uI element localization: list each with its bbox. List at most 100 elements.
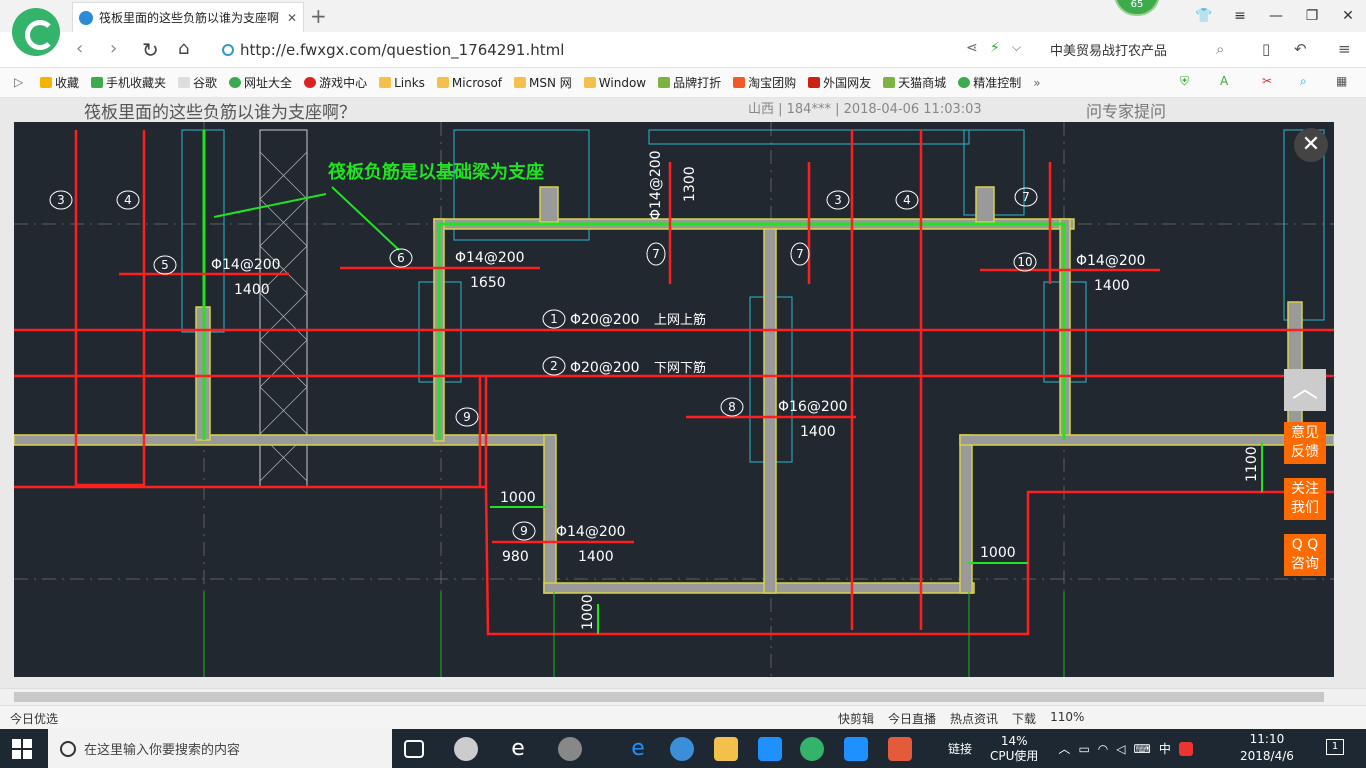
folder-icon [436,77,449,88]
search-tool-icon[interactable]: ⌕ [1300,74,1307,89]
bookmark-folder[interactable]: Window [583,76,646,90]
browser-tab[interactable]: 筏板里面的这些负筋以谁为支座啊 ✕ [72,2,304,32]
file-explorer-icon[interactable] [714,737,738,761]
sogou-icon[interactable] [1178,741,1193,756]
url-field[interactable]: http://e.fwxgx.com/question_1764291.html [222,36,1042,64]
back-to-top-button[interactable]: ︿ [1284,369,1326,411]
battery-icon[interactable]: ▭ [1078,742,1089,756]
minimize-button[interactable]: — [1258,0,1294,32]
scrollbar-thumb[interactable] [14,692,1324,702]
sidebar-toggle-icon[interactable]: ▷ [14,75,23,89]
today-picks-link[interactable]: 今日优选 [10,710,58,727]
menu-icon[interactable]: ≡ [1222,0,1258,32]
bubble-label: 9 [520,524,528,538]
score-badge[interactable]: 65 [1114,0,1160,16]
browser-g-icon[interactable] [758,737,782,761]
back-icon[interactable]: ‹ [76,38,83,59]
flag-icon [808,77,821,88]
close-window-button[interactable]: ✕ [1330,0,1366,32]
bookmark-folder[interactable]: Microsof [436,76,502,90]
bookmark-item[interactable]: 谷歌 [178,74,217,91]
chevron-up-icon[interactable]: ︿ [1058,740,1070,757]
bookmark-item[interactable]: 天猫商城 [883,74,946,91]
keyboard-icon[interactable]: ⌨ [1134,742,1151,756]
shield-icon[interactable]: ⛨ [1180,74,1189,89]
refresh-icon[interactable]: ↻ [142,38,159,62]
quick-edit-link[interactable]: 快剪辑 [838,710,874,727]
rebar-spec: Φ20@200 [570,312,640,328]
bookmark-item[interactable]: 网址大全 [229,74,292,91]
ime-indicator[interactable]: 中 [1159,740,1171,757]
apps-grid-icon[interactable]: ▦ [1336,74,1347,88]
pdf-app-icon[interactable] [888,737,912,761]
more-menu-icon[interactable]: ≡ [1338,40,1351,58]
maximize-button[interactable]: ❐ [1294,0,1330,32]
bookmark-item[interactable]: 收藏 [40,74,79,91]
feedback-button[interactable]: 意见 反馈 [1284,422,1326,464]
scissors-icon[interactable]: ✂ [1262,74,1272,88]
leaf-icon [883,77,896,88]
browser-logo-icon[interactable] [12,8,60,56]
new-tab-button[interactable]: + [310,4,327,28]
edge-blue-icon[interactable]: e [626,737,650,761]
phone-icon[interactable]: ▯ [1262,40,1270,58]
close-viewer-button[interactable]: ✕ [1294,128,1328,162]
rebar-spec: Φ14@200 [455,250,525,266]
rebar-spec: Φ14@200 [648,150,664,220]
tab-title: 筏板里面的这些负筋以谁为支座啊 [99,11,280,25]
hatched-column [259,129,308,488]
bubble-label: 4 [124,193,132,207]
follow-us-button[interactable]: 关注 我们 [1284,478,1326,520]
close-tab-icon[interactable]: ✕ [287,11,297,25]
title-bar: 筏板里面的这些负筋以谁为支座啊 ✕ + 65 👕 ≡ — ❐ ✕ [0,0,1366,32]
qq-consult-button[interactable]: Q Q 咨询 [1284,534,1326,576]
edge-icon[interactable]: e [506,737,530,761]
fan-app-icon[interactable] [454,737,478,761]
bookmark-folder[interactable]: Links [379,76,425,90]
bookmark-item[interactable]: 淘宝团购 [733,74,796,91]
download-link[interactable]: 下载 [1012,710,1036,727]
bookmark-item[interactable]: 精准控制 [958,74,1021,91]
notification-icon[interactable]: 1 [1326,739,1344,755]
cortana-icon [60,740,76,757]
news-link[interactable]: 热点资讯 [950,710,998,727]
bookmark-folder[interactable]: MSN 网 [514,74,572,91]
clock-time: 11:10 [1249,732,1285,746]
clock[interactable]: 11:10 2018/4/6 [1240,731,1294,765]
bookmark-item[interactable]: 游戏中心 [304,74,367,91]
taskbar-search[interactable]: 在这里输入你要搜索的内容 [48,729,392,768]
ask-expert-link[interactable]: 问专家提问 [1086,98,1166,122]
folder-icon [379,77,392,88]
ie-icon[interactable] [670,737,694,761]
bookmark-item[interactable]: 手机收藏夹 [91,74,166,91]
undo-icon[interactable]: ↶ [1294,40,1307,58]
chevron-down-icon[interactable]: ⌵ [1012,40,1021,55]
bookmark-item[interactable]: 外国网友 [808,74,871,91]
volume-icon[interactable]: ◁ [1116,742,1125,756]
cpu-percent: 14% [1000,733,1028,748]
horizontal-scrollbar[interactable] [0,688,1366,705]
links-toolbar[interactable]: 链接 [948,740,972,757]
360-browser-icon[interactable] [800,737,824,761]
lightning-icon[interactable]: ⚡ [990,40,1000,56]
translate-icon[interactable]: A [1220,74,1228,88]
share-icon[interactable]: ⋖ [966,40,978,56]
bookmark-item[interactable]: 品牌打折 [658,74,721,91]
shirt-icon[interactable]: 👕 [1186,0,1222,32]
app-icon[interactable] [558,737,582,761]
system-tray: 链接 14% CPU使用 ︿ ▭ ◠ ◁ ⌨ 中 [948,729,1193,768]
live-link[interactable]: 今日直播 [888,710,936,727]
taobao-icon [733,77,746,88]
home-icon[interactable]: ⌂ [178,38,189,59]
forward-icon[interactable]: › [110,38,117,59]
tool-app-icon[interactable] [844,737,868,761]
wifi-icon[interactable]: ◠ [1098,742,1108,756]
more-bookmarks-icon[interactable]: » [1033,76,1040,90]
windows-start-icon[interactable] [12,739,32,759]
task-view-icon[interactable] [404,740,424,758]
hatch-pattern [259,151,308,482]
hot-search-text[interactable]: 中美贸易战打农产品 [1050,40,1167,59]
zoom-level[interactable]: 110% [1050,710,1084,727]
search-icon[interactable]: ⌕ [1216,40,1224,58]
rebar-length: 1400 [578,549,614,565]
